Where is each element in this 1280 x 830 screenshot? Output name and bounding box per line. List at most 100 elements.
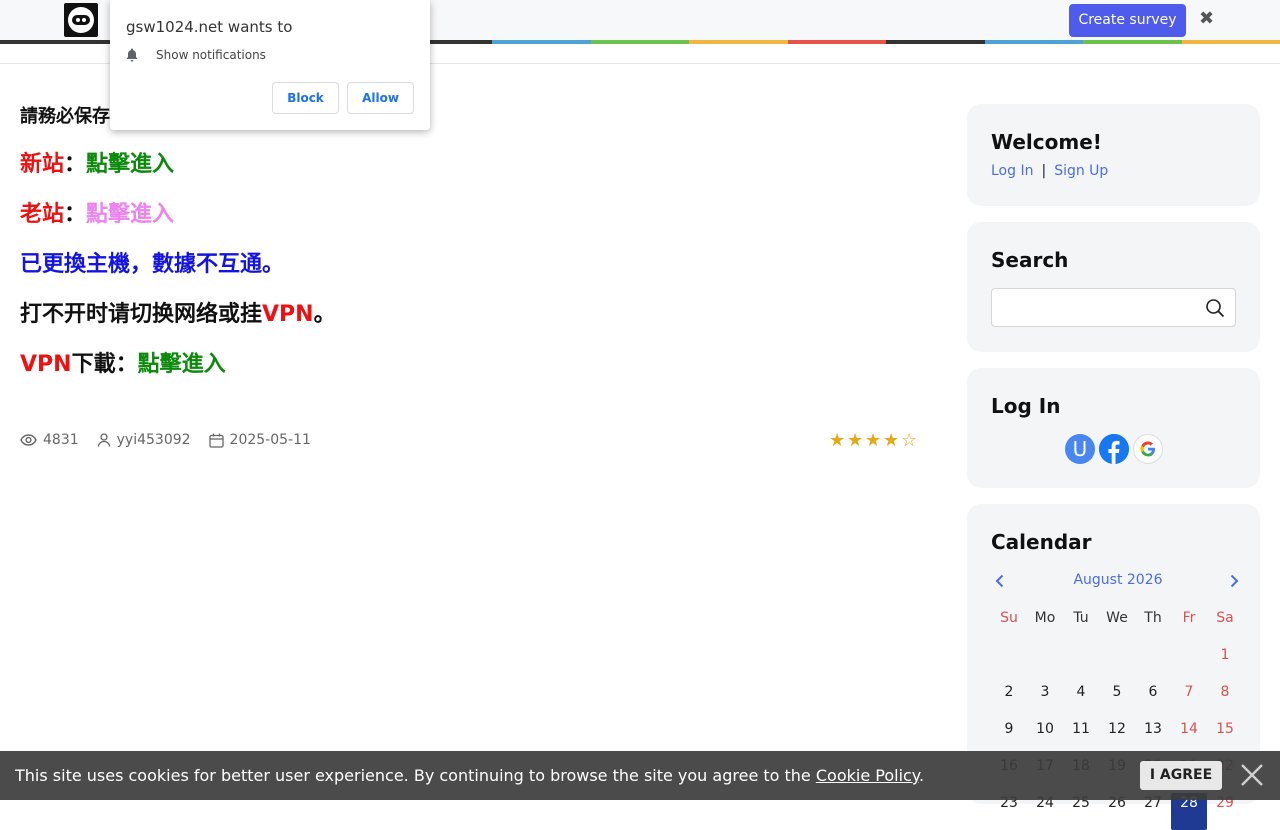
calendar-day[interactable]: 1 xyxy=(1207,645,1243,682)
welcome-title: Welcome! xyxy=(991,130,1102,154)
vpn-hint-line: 打不开时请切换网络或挂VPN。 xyxy=(20,290,920,340)
notification-permission-popup: gsw1024.net wants to Show notifications … xyxy=(110,0,430,130)
vpn-download-text: 下載 xyxy=(71,352,116,377)
vpn-word: VPN xyxy=(262,302,314,327)
new-site-line: 新站：點擊進入 xyxy=(20,140,920,190)
calendar-day-name: Tu xyxy=(1073,610,1089,626)
new-site-link[interactable]: 點擊進入 xyxy=(86,152,174,177)
calendar-day-name: Th xyxy=(1144,610,1162,626)
cookie-period: . xyxy=(919,766,925,785)
cookie-message: This site uses cookies for better user e… xyxy=(15,766,816,785)
stripe-segment xyxy=(0,40,99,44)
rating-stars[interactable]: ★ ★ ★ ★ ☆ xyxy=(829,432,919,450)
auth-links: Log In | Sign Up xyxy=(991,163,1108,179)
stripe-segment xyxy=(787,40,887,44)
close-icon[interactable] xyxy=(1240,763,1264,787)
allow-button[interactable]: Allow xyxy=(347,82,414,114)
cookie-policy-link[interactable]: Cookie Policy xyxy=(816,766,919,785)
calendar-day-name: Fr xyxy=(1182,610,1196,626)
block-button[interactable]: Block xyxy=(272,82,339,114)
create-survey-button[interactable]: Create survey xyxy=(1069,4,1186,37)
calendar-day[interactable]: 3 xyxy=(1027,682,1063,719)
calendar-title: Calendar xyxy=(991,530,1092,554)
notification-permission-text: Show notifications xyxy=(156,48,266,62)
star-filled-icon[interactable]: ★ xyxy=(829,432,847,450)
calendar-day[interactable]: 8 xyxy=(1207,682,1243,719)
old-site-link[interactable]: 點擊進入 xyxy=(86,202,174,227)
u-login-icon[interactable]: U xyxy=(1065,434,1095,464)
login-title: Log In xyxy=(991,394,1061,418)
logo-eye-right xyxy=(82,18,86,22)
star-empty-icon[interactable]: ☆ xyxy=(901,432,919,450)
calendar-day-name: Su xyxy=(1000,610,1018,626)
chevron-left-icon[interactable] xyxy=(995,574,1005,588)
calendar-day xyxy=(1135,645,1171,682)
bell-icon xyxy=(126,48,138,62)
eye-icon xyxy=(20,434,37,446)
search-input[interactable] xyxy=(1000,289,1200,326)
cookie-banner: This site uses cookies for better user e… xyxy=(0,751,1280,800)
calendar-day-name: Sa xyxy=(1216,610,1234,626)
calendar-day-names: Su Mo Tu We Th Fr Sa xyxy=(991,608,1243,645)
stripe-segment xyxy=(984,40,1084,44)
calendar-icon xyxy=(208,433,224,448)
calendar-day[interactable]: 7 xyxy=(1171,682,1207,719)
welcome-card: Welcome! Log In | Sign Up xyxy=(967,104,1260,206)
calendar-day xyxy=(1171,645,1207,682)
site-logo[interactable] xyxy=(64,3,98,37)
author-name[interactable]: yyi453092 xyxy=(117,432,191,448)
colon: ： xyxy=(64,152,87,177)
search-card: Search xyxy=(967,222,1260,352)
stripe-segment xyxy=(886,40,985,44)
chevron-right-icon[interactable] xyxy=(1229,574,1239,588)
calendar-month[interactable]: August 2026 xyxy=(991,572,1245,588)
google-icon[interactable] xyxy=(1133,434,1163,464)
calendar-day xyxy=(1027,645,1063,682)
social-login-card: Log In U xyxy=(967,368,1260,488)
vpn-hint-text: 打不开时请切换网络或挂 xyxy=(20,302,263,327)
calendar-day xyxy=(1063,645,1099,682)
calendar-day xyxy=(1099,645,1135,682)
star-filled-icon[interactable]: ★ xyxy=(883,432,901,450)
colon: ： xyxy=(64,202,87,227)
old-site-label: 老站 xyxy=(20,202,65,227)
link-separator: | xyxy=(1041,163,1047,179)
close-icon[interactable]: ✖ xyxy=(1199,8,1214,29)
post-meta: 4831 yyi453092 2025-05-11 xyxy=(20,432,329,448)
search-icon[interactable] xyxy=(1205,298,1225,318)
vpn-download-word: VPN xyxy=(20,352,72,377)
logo-ring xyxy=(68,7,94,33)
calendar-day[interactable]: 5 xyxy=(1099,682,1135,719)
stripe-segment xyxy=(1083,40,1182,44)
search-title: Search xyxy=(991,248,1069,272)
host-change-notice: 已更換主機，數據不互通。 xyxy=(20,252,285,277)
star-filled-icon[interactable]: ★ xyxy=(847,432,865,450)
stripe-segment xyxy=(1181,40,1280,44)
agree-button[interactable]: I AGREE xyxy=(1140,761,1222,790)
stripe-segment xyxy=(590,40,690,44)
author: yyi453092 xyxy=(97,432,191,448)
calendar-day[interactable]: 6 xyxy=(1135,682,1171,719)
calendar-day-name: We xyxy=(1106,610,1128,626)
star-filled-icon[interactable]: ★ xyxy=(865,432,883,450)
vpn-hint-end: 。 xyxy=(313,302,336,327)
views-count: 4831 xyxy=(20,432,79,448)
cookie-text-line: This site uses cookies for better user e… xyxy=(15,766,924,785)
colon: ： xyxy=(115,352,138,377)
vpn-download-link[interactable]: 點擊進入 xyxy=(138,352,226,377)
facebook-icon[interactable] xyxy=(1099,434,1129,464)
login-link[interactable]: Log In xyxy=(991,163,1033,179)
new-site-label: 新站 xyxy=(20,152,65,177)
calendar-header: August 2026 xyxy=(991,572,1241,592)
calendar-day[interactable]: 4 xyxy=(1063,682,1099,719)
notification-title: gsw1024.net wants to xyxy=(126,18,293,36)
post-date-value: 2025-05-11 xyxy=(229,432,311,448)
stripe-segment xyxy=(492,40,591,44)
user-icon xyxy=(97,433,110,447)
main-content: 請務必保存 新站：點擊進入 老站：點擊進入 已更換主機，數據不互通。 打不开时请… xyxy=(20,100,920,390)
logo-eye-left xyxy=(76,18,80,22)
calendar-day[interactable]: 2 xyxy=(991,682,1027,719)
signup-link[interactable]: Sign Up xyxy=(1054,163,1108,179)
old-site-line: 老站：點擊進入 xyxy=(20,190,920,240)
calendar-week: 2345678 xyxy=(991,682,1243,719)
